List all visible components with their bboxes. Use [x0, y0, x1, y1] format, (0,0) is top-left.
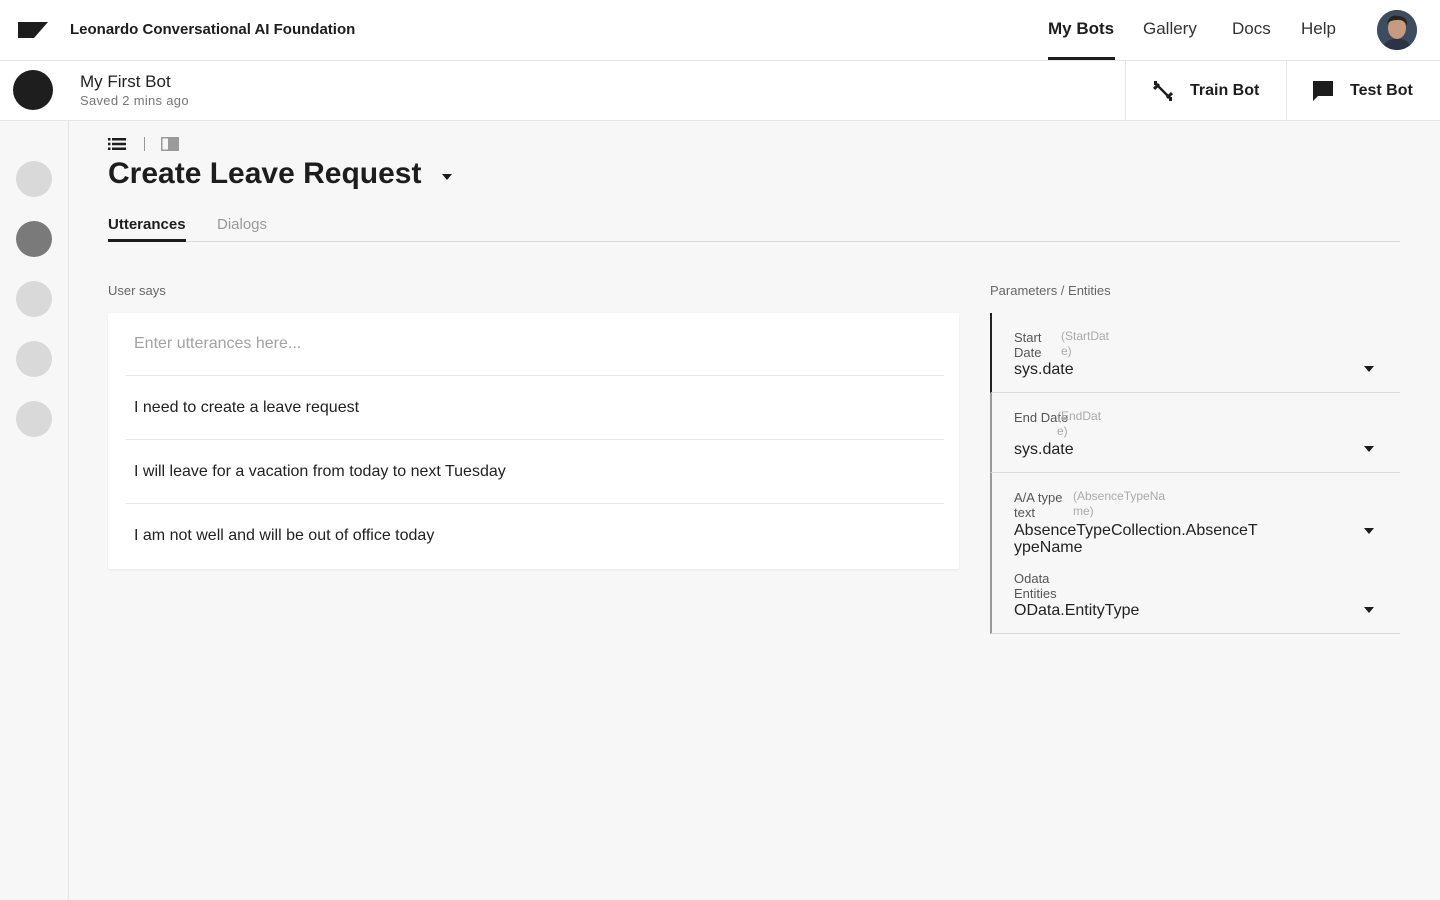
parameter-name: A/A type text	[1014, 490, 1063, 520]
nav-my-bots[interactable]: My Bots	[1048, 19, 1114, 39]
nav-active-indicator	[1048, 57, 1115, 60]
parameter-end-date[interactable]: End Date (EndDate) sys.date	[990, 393, 1400, 473]
parameter-entity-type: sys.date	[1014, 441, 1074, 458]
rail-item-3[interactable]	[16, 281, 52, 317]
rail-item-4[interactable]	[16, 341, 52, 377]
panel-view-icon[interactable]	[161, 137, 179, 151]
utterances-card: I need to create a leave request I will …	[108, 313, 959, 569]
chevron-down-icon[interactable]	[1364, 446, 1374, 452]
bot-bar: My First Bot Saved 2 mins ago Train Bot …	[0, 61, 1440, 121]
left-rail	[0, 121, 69, 900]
nav-help[interactable]: Help	[1301, 19, 1336, 39]
user-photo-icon	[1377, 10, 1417, 50]
chevron-down-icon[interactable]	[1364, 607, 1374, 613]
list-view-icon[interactable]	[108, 137, 126, 151]
chevron-down-icon[interactable]	[1364, 366, 1374, 372]
parameter-entity-type: sys.date	[1014, 361, 1074, 378]
page-title: Create Leave Request	[108, 157, 422, 190]
train-bot-button[interactable]: Train Bot	[1125, 61, 1286, 120]
parameter-variable: (EndDate)	[1057, 409, 1102, 438]
user-avatar[interactable]	[1377, 10, 1417, 50]
view-toggle	[108, 136, 179, 152]
chevron-down-icon[interactable]	[1364, 528, 1374, 534]
top-bar: Leonardo Conversational AI Foundation My…	[0, 0, 1440, 61]
train-bot-label: Train Bot	[1190, 81, 1260, 99]
rail-item-5[interactable]	[16, 401, 52, 437]
parameter-odata-entities[interactable]: Odata Entities OData.EntityType	[990, 554, 1400, 634]
parameter-start-date[interactable]: Start Date (StartDate) sys.date	[990, 313, 1400, 393]
utterance-input[interactable]	[126, 313, 944, 376]
test-bot-label: Test Bot	[1350, 81, 1413, 99]
train-icon	[1152, 80, 1174, 101]
parameter-variable: (StartDate)	[1061, 329, 1110, 358]
parameter-entity-type: OData.EntityType	[1014, 602, 1140, 619]
parameter-name: Odata Entities	[1014, 571, 1057, 601]
tab-active-indicator	[108, 239, 186, 242]
parameter-entity-type: AbsenceTypeCollection.AbsenceTypeName	[1014, 522, 1258, 556]
saved-status: Saved 2 mins ago	[80, 93, 189, 108]
parameter-variable: (AbsenceTypeName)	[1073, 489, 1166, 518]
bot-avatar	[13, 70, 53, 110]
user-says-label: User says	[108, 283, 166, 298]
chat-icon	[1313, 80, 1333, 101]
brand-title: Leonardo Conversational AI Foundation	[70, 21, 356, 38]
rail-item-1[interactable]	[16, 161, 52, 197]
utterance-row[interactable]: I need to create a leave request	[126, 376, 944, 440]
nav-gallery[interactable]: Gallery	[1143, 19, 1197, 39]
nav-docs[interactable]: Docs	[1232, 19, 1271, 39]
rail-item-2[interactable]	[16, 221, 52, 257]
view-separator	[144, 137, 145, 151]
bot-name: My First Bot	[80, 72, 171, 91]
logo-icon[interactable]	[18, 22, 48, 38]
test-bot-button[interactable]: Test Bot	[1286, 61, 1440, 120]
title-dropdown-icon[interactable]	[441, 173, 453, 181]
parameter-absence-type[interactable]: A/A type text (AbsenceTypeName) AbsenceT…	[990, 473, 1400, 556]
parameters-label: Parameters / Entities	[990, 283, 1111, 298]
tab-dialogs[interactable]: Dialogs	[217, 216, 267, 233]
utterance-row[interactable]: I am not well and will be out of office …	[126, 504, 944, 568]
utterance-row[interactable]: I will leave for a vacation from today t…	[126, 440, 944, 504]
tab-utterances[interactable]: Utterances	[108, 216, 186, 233]
tab-bar: Utterances Dialogs	[108, 214, 1400, 242]
